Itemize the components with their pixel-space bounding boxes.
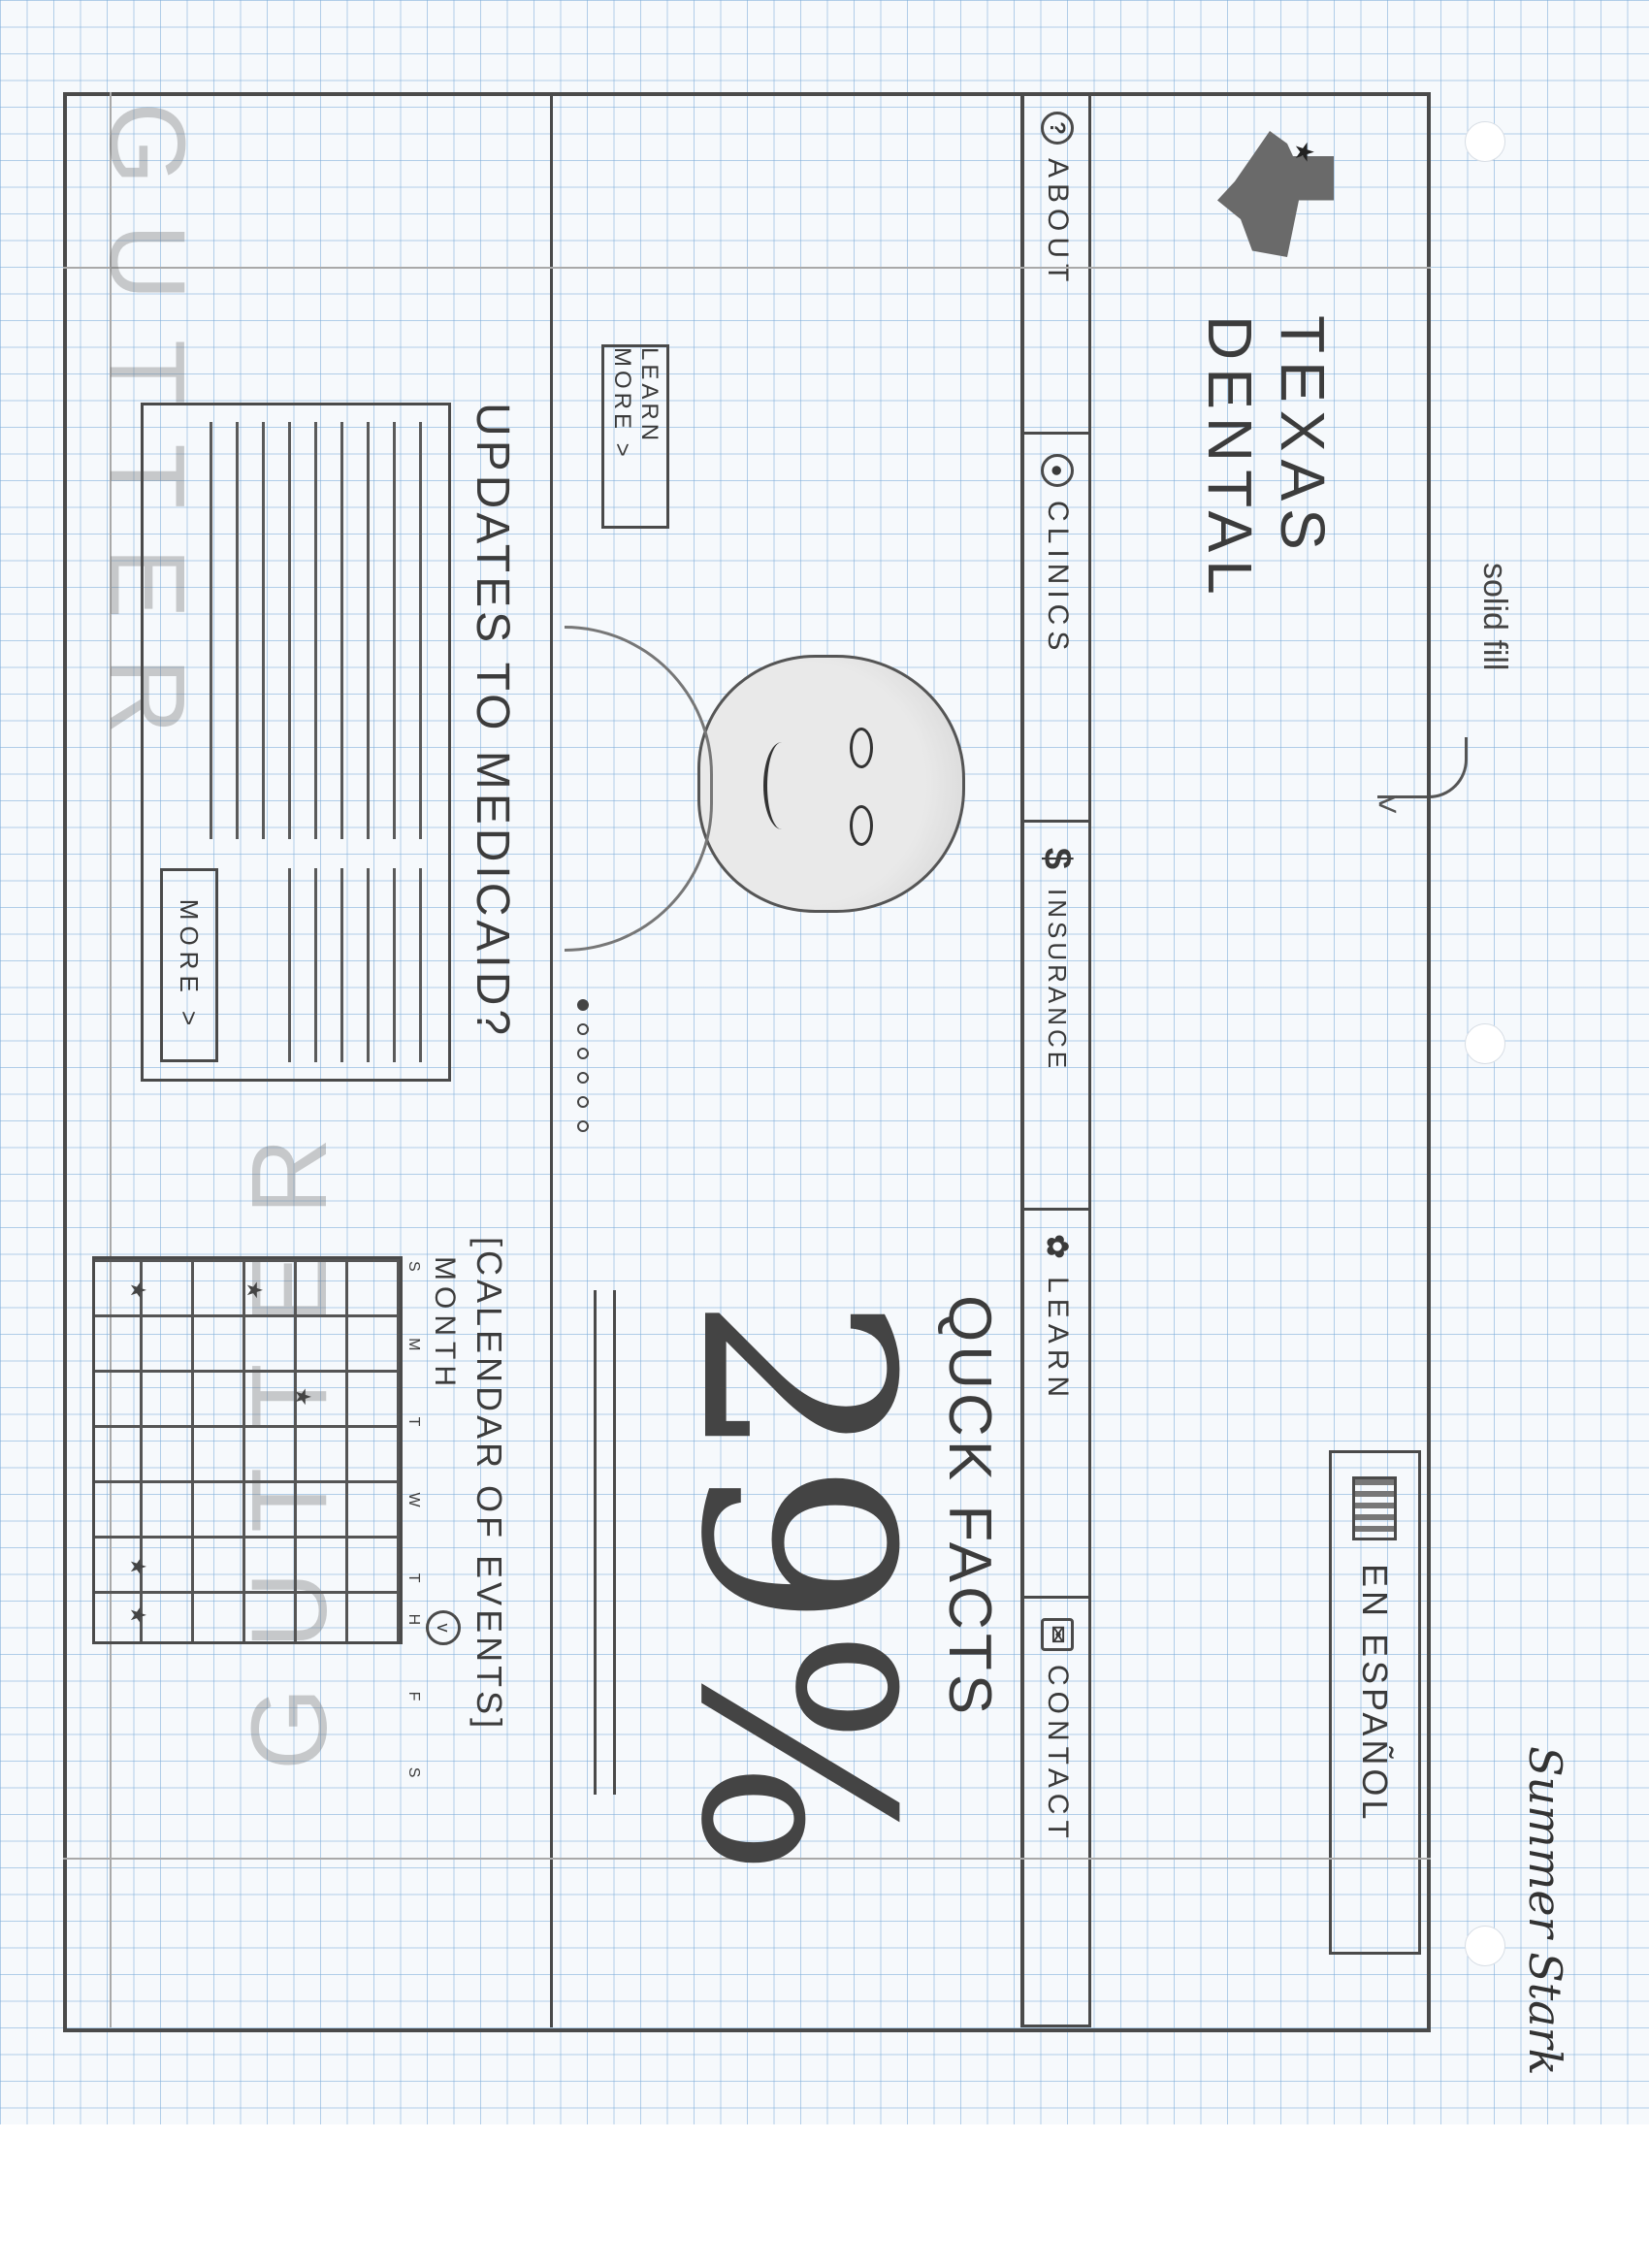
- learn-more-button[interactable]: LEARN MORE >: [601, 344, 669, 529]
- signature: Summer Stark: [1519, 1746, 1571, 2076]
- nav-label: INSURANCE: [1043, 889, 1073, 1073]
- carousel-dot-active[interactable]: [577, 999, 589, 1011]
- calendar-weekdays: S M T W TH F S: [405, 1261, 422, 1809]
- tooth-icon: ✿: [1041, 1234, 1074, 1259]
- location-pin-icon: ●: [1041, 454, 1074, 487]
- person-eye: [850, 805, 873, 846]
- logo-line-1[interactable]: TEXAS: [1267, 315, 1339, 558]
- wireframe-canvas: ★ TEXAS DENTAL EN ESPAÑOL ? ABOUT ● CLIN…: [63, 92, 1431, 2032]
- nav-item-about[interactable]: ? ABOUT: [1023, 92, 1091, 432]
- nav-item-insurance[interactable]: $ INSURANCE: [1023, 820, 1091, 1208]
- question-icon: ?: [1041, 112, 1074, 145]
- calendar-grid[interactable]: [92, 1256, 403, 1644]
- medicaid-text-lines: [186, 422, 422, 839]
- quick-facts-rule: [613, 1290, 616, 1795]
- content-top-line: [1020, 92, 1023, 2027]
- event-star-icon[interactable]: ★: [125, 1605, 150, 1625]
- person-head: [697, 655, 965, 913]
- event-star-icon[interactable]: ★: [125, 1557, 150, 1576]
- month-dropdown-icon[interactable]: v: [426, 1610, 461, 1645]
- learn-more-label: LEARN MORE >: [609, 347, 663, 461]
- person-eye: [850, 728, 873, 768]
- carousel-dot[interactable]: [577, 1096, 589, 1108]
- binder-hole: [1465, 1926, 1505, 1966]
- medicaid-title: UPDATES TO MEDICAID?: [467, 403, 518, 1040]
- mail-icon: ✉: [1041, 1618, 1074, 1651]
- logo-line-2[interactable]: DENTAL: [1194, 315, 1266, 602]
- carousel-dot[interactable]: [577, 1048, 589, 1059]
- event-star-icon[interactable]: ★: [125, 1280, 150, 1300]
- event-star-icon[interactable]: ★: [290, 1387, 315, 1407]
- nav-item-contact[interactable]: ✉ CONTACT: [1023, 1596, 1091, 2027]
- quick-facts-rule: [594, 1290, 597, 1795]
- flag-star-icon: ★: [1290, 141, 1319, 164]
- event-star-icon[interactable]: ★: [242, 1280, 267, 1300]
- nav-label: CLINICS: [1042, 501, 1074, 657]
- language-label: EN ESPAÑOL: [1355, 1564, 1396, 1824]
- person-body: [565, 626, 713, 952]
- person-mouth: [763, 742, 800, 829]
- medicaid-text-lines: [265, 868, 422, 1062]
- quick-facts-value: 29%: [643, 1295, 949, 1878]
- book-icon: [1352, 1476, 1398, 1540]
- more-label: MORE >: [175, 898, 205, 1032]
- nav-item-clinics[interactable]: ● CLINICS: [1023, 432, 1091, 820]
- binder-hole: [1465, 121, 1505, 162]
- hero-person-image: [565, 626, 975, 956]
- nav-item-learn[interactable]: ✿ LEARN: [1023, 1208, 1091, 1596]
- nav-label: LEARN: [1042, 1277, 1074, 1404]
- carousel-dot[interactable]: [577, 1023, 589, 1035]
- calendar-month: MONTH: [429, 1256, 461, 1392]
- nav-label: CONTACT: [1042, 1665, 1074, 1844]
- more-button[interactable]: MORE >: [160, 868, 218, 1062]
- carousel-dot[interactable]: [577, 1072, 589, 1084]
- language-button[interactable]: EN ESPAÑOL: [1329, 1450, 1421, 1955]
- binder-hole: [1465, 1023, 1505, 1064]
- gutter-guide-left: [63, 267, 1431, 270]
- carousel-dot[interactable]: [577, 1120, 589, 1132]
- dollar-icon: $: [1036, 847, 1080, 870]
- content-divider-line: [550, 92, 553, 2027]
- annotation-solid-fill: solid fill: [1476, 563, 1513, 671]
- calendar-title: [CALENDAR OF EVENTS]: [469, 1237, 509, 1733]
